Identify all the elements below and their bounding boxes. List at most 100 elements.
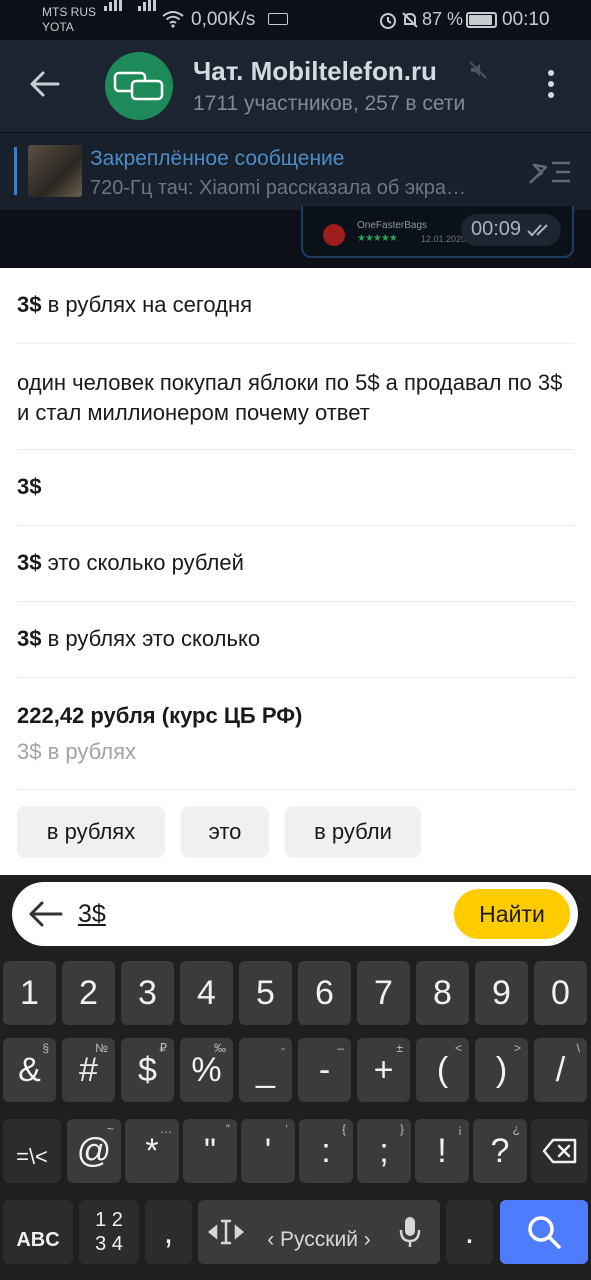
key-label: # [79,1051,98,1089]
key-label: 5 [256,974,275,1012]
suggestion-item[interactable]: 3$ это сколько рублей [17,548,574,602]
key-label: 3 [138,974,157,1012]
carrier-1: MTS RUS [42,5,96,19]
key[interactable]: _ - [239,1038,292,1102]
key-label: 9 [492,974,511,1012]
key-label: " [203,1132,217,1170]
key-label: ; [379,1132,389,1170]
key[interactable]: 8 [416,961,469,1025]
suggestion-text: один человек покупал яблоки по 5$ а прод… [17,370,563,425]
chat-avatar[interactable] [105,52,173,120]
battery-icon [466,12,497,28]
search-button[interactable]: Найти [454,889,570,939]
key[interactable]: 6 [298,961,351,1025]
key-alt-label: … [160,1122,172,1136]
back-arrow-icon[interactable] [28,64,62,104]
key-label: . [464,1213,475,1251]
key[interactable]: @ ~ [67,1119,121,1183]
back-arrow-icon[interactable] [28,898,64,930]
key[interactable]: + ± [357,1038,410,1102]
search-key[interactable] [500,1200,588,1264]
key-label: % [191,1051,222,1089]
brand-logo-icon [323,224,345,246]
chat-title: Чат. Mobiltelefon.ru [193,56,437,86]
key[interactable]: ! ¡ [415,1119,469,1183]
key-label: ABC [16,1229,60,1251]
key-alt-label: > [513,1041,521,1055]
currency-answer[interactable]: 222,42 рубля (курс ЦБ РФ) 3$ в рублях [17,701,574,790]
cursor-icon [208,1219,244,1245]
period-key[interactable]: . [446,1200,493,1264]
key[interactable]: 2 [62,961,115,1025]
search-input[interactable] [78,896,438,932]
key-alt-label: ~ [106,1122,114,1136]
status-bar: MTS RUS YOTA 0,00K/s 87 % 00:10 [0,0,591,40]
suggestion-item[interactable]: 3$ в рублях это сколько [17,624,574,678]
key[interactable]: ' ‘ [241,1119,295,1183]
message-bubble[interactable]: OneFasterBags ★★★★★ 12.01.2020 00:09 [301,206,574,258]
key-alt-label: – [337,1041,344,1055]
battery-percent: 87 % [422,9,464,29]
key[interactable]: 1 [3,961,56,1025]
key[interactable]: ) > [475,1038,528,1102]
key[interactable]: - – [298,1038,351,1102]
symbols-page-key[interactable]: =\< [3,1119,61,1183]
numpad-key[interactable]: 1 23 4 [79,1200,139,1264]
pinned-list-icon[interactable] [526,157,572,187]
search-icon [528,1216,561,1249]
suggestion-chip[interactable]: это [181,806,269,858]
suggestion-item[interactable]: 3$ в рублях на сегодня [17,290,574,344]
alarm-icon [380,13,396,29]
key[interactable]: (< [416,1038,469,1102]
key-label: ) [495,1051,508,1089]
microphone-icon[interactable] [398,1215,422,1249]
suggestion-bold: 3$ [17,292,42,317]
chat-subtitle: 1711 участников, 257 в сети [193,92,466,115]
key[interactable]: / \ [534,1038,587,1102]
key[interactable]: ? ¿ [473,1119,527,1183]
more-options-icon[interactable] [540,70,562,102]
message-time-pill: 00:09 [461,214,561,246]
key[interactable]: " ″ [183,1119,237,1183]
search-box: Найти [12,882,578,946]
comma-key[interactable]: , [145,1200,192,1264]
key-alt-label: { [341,1122,346,1136]
suggestion-text: в рублях на сегодня [41,292,253,317]
key[interactable]: 7 [357,961,410,1025]
key[interactable]: 9 [475,961,528,1025]
key-alt-label: № [95,1041,108,1055]
suggestion-chip[interactable]: в рубли [285,806,421,858]
key[interactable]: & § [3,1038,56,1102]
suggestion-item[interactable]: один человек покупал яблоки по 5$ а прод… [17,368,574,450]
key[interactable]: % ‰ [180,1038,233,1102]
key-label: : [321,1132,331,1170]
chat-header: Чат. Mobiltelefon.ru 1711 участников, 25… [0,40,591,132]
key[interactable]: # № [62,1038,115,1102]
key[interactable]: 3 [121,961,174,1025]
key[interactable]: 5 [239,961,292,1025]
key-alt-label: ‰ [214,1041,226,1055]
pinned-message-bar[interactable]: Закреплённое сообщение 720-Гц тач: Xiaom… [0,132,591,210]
key[interactable]: *… [125,1119,179,1183]
answer-label: 3$ в рублях [17,739,136,764]
suggestion-chip[interactable]: в рублях [17,806,165,858]
key[interactable]: 4 [180,961,233,1025]
suggestion-item[interactable]: 3$ [17,472,574,526]
search-bar-area: Найти [0,875,591,956]
key[interactable]: ;} [357,1119,411,1183]
key-label: _ [256,1051,275,1089]
chat-background: MTS RUS YOTA 0,00K/s 87 % 00:10 Чат. Mob… [0,0,591,268]
backspace-key[interactable] [531,1119,588,1183]
space-bar[interactable]: ‹ Русский › [198,1200,440,1264]
suggestion-bold: 3$ [17,626,42,651]
pinned-title: Закреплённое сообщение [90,147,345,170]
key[interactable]: $ ₽ [121,1038,174,1102]
key-label: 2 [79,974,98,1012]
key[interactable]: :{ [299,1119,353,1183]
carrier-labels: MTS RUS YOTA [42,5,96,35]
pinned-thumbnail [28,145,82,197]
numpad-bottom: 3 4 [95,1233,123,1255]
abc-key[interactable]: ABC [3,1200,73,1264]
keyboard-language: ‹ Русский › [267,1228,371,1251]
key[interactable]: 0 [534,961,587,1025]
